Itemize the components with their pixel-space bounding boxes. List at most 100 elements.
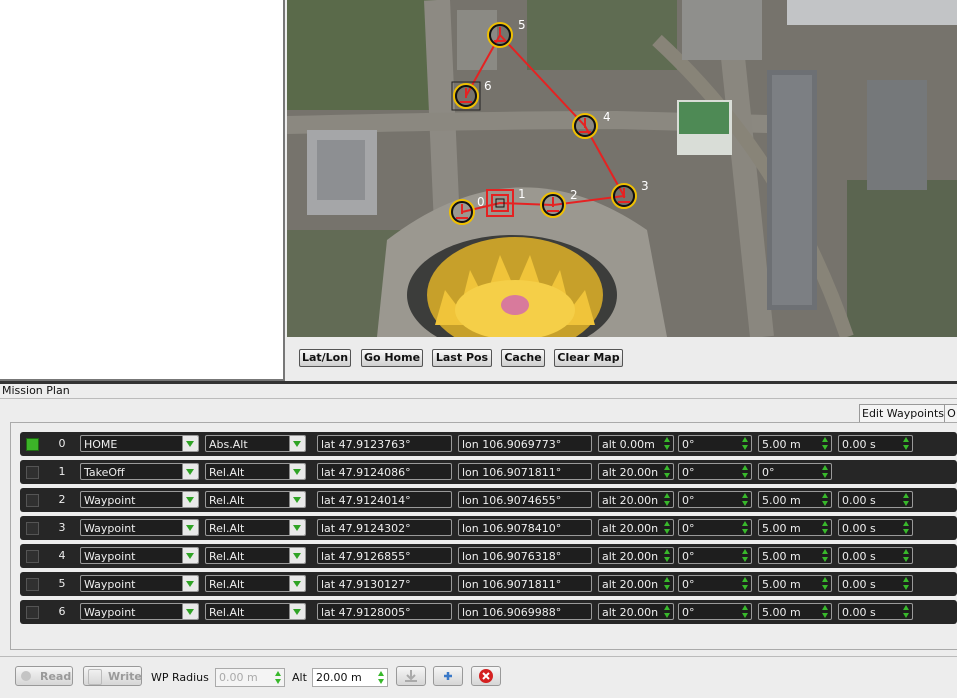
row-select-checkbox[interactable] — [26, 522, 39, 535]
spinner-icon[interactable] — [741, 605, 750, 618]
command-select[interactable]: Waypoint — [80, 491, 199, 508]
delete-button[interactable] — [471, 666, 501, 686]
row-select-checkbox[interactable] — [26, 606, 39, 619]
spinner-icon[interactable] — [741, 465, 750, 478]
frame-select[interactable]: Rel.Alt — [205, 491, 306, 508]
lon-field[interactable]: lon 106.9069988° — [458, 603, 592, 620]
spinner-icon[interactable] — [663, 465, 672, 478]
alt-input[interactable]: 20.00 m — [312, 668, 388, 687]
param1-field[interactable]: 0° — [678, 547, 752, 564]
spinner-icon[interactable] — [741, 577, 750, 590]
spinner-icon[interactable] — [821, 465, 830, 478]
param1-field[interactable]: 0° — [678, 603, 752, 620]
lat-field[interactable]: lat 47.9124086° — [317, 463, 452, 480]
spinner-icon[interactable] — [663, 521, 672, 534]
add-button[interactable] — [433, 666, 463, 686]
lon-field[interactable]: lon 106.9071811° — [458, 463, 592, 480]
go-home-button[interactable]: Go Home — [361, 349, 423, 367]
spinner-icon[interactable] — [741, 549, 750, 562]
lat-field[interactable]: lat 47.9128005° — [317, 603, 452, 620]
param3-field[interactable]: 0.00 s — [838, 491, 913, 508]
spinner-icon[interactable] — [663, 549, 672, 562]
lat-field[interactable]: lat 47.9123763° — [317, 435, 452, 452]
alt-field[interactable]: alt 20.00n — [598, 547, 674, 564]
param2-field[interactable]: 5.00 m — [758, 575, 832, 592]
param1-field[interactable]: 0° — [678, 463, 752, 480]
row-select-checkbox[interactable] — [26, 466, 39, 479]
download-button[interactable] — [396, 666, 426, 686]
alt-field[interactable]: alt 0.00m — [598, 435, 674, 452]
param1-field[interactable]: 0° — [678, 435, 752, 452]
lat-field[interactable]: lat 47.9124302° — [317, 519, 452, 536]
param3-field[interactable]: 0.00 s — [838, 435, 913, 452]
alt-field[interactable]: alt 20.00n — [598, 491, 674, 508]
lat-field[interactable]: lat 47.9124014° — [317, 491, 452, 508]
command-select[interactable]: Waypoint — [80, 603, 199, 620]
cache-button[interactable]: Cache — [501, 349, 545, 367]
frame-select[interactable]: Abs.Alt — [205, 435, 306, 452]
spinner-icon[interactable] — [821, 493, 830, 506]
param1-field[interactable]: 0° — [678, 491, 752, 508]
read-button[interactable]: Read — [15, 666, 73, 686]
spinner-icon[interactable] — [902, 437, 911, 450]
frame-select[interactable]: Rel.Alt — [205, 547, 306, 564]
param1-field[interactable]: 0° — [678, 519, 752, 536]
tab-other[interactable]: O — [944, 404, 957, 423]
spinner-icon[interactable] — [902, 521, 911, 534]
write-button[interactable]: Write — [83, 666, 142, 686]
spinner-icon[interactable] — [663, 605, 672, 618]
param3-field[interactable]: 0.00 s — [838, 519, 913, 536]
alt-field[interactable]: alt 20.00n — [598, 463, 674, 480]
satellite-map[interactable]: 0 1 2 3 4 5 6 — [287, 0, 957, 337]
tab-edit-waypoints[interactable]: Edit Waypoints — [859, 404, 948, 423]
alt-field[interactable]: alt 20.00n — [598, 575, 674, 592]
param2-field[interactable]: 5.00 m — [758, 491, 832, 508]
spinner-icon[interactable] — [902, 493, 911, 506]
spinner-icon[interactable] — [821, 437, 830, 450]
wp-radius-input[interactable]: 0.00 m — [215, 668, 285, 687]
command-select[interactable]: Waypoint — [80, 575, 199, 592]
command-select[interactable]: Waypoint — [80, 547, 199, 564]
frame-select[interactable]: Rel.Alt — [205, 519, 306, 536]
spinner-icon[interactable] — [377, 671, 386, 684]
spinner-icon[interactable] — [821, 605, 830, 618]
latlon-button[interactable]: Lat/Lon — [299, 349, 351, 367]
lon-field[interactable]: lon 106.9076318° — [458, 547, 592, 564]
spinner-icon[interactable] — [741, 493, 750, 506]
lon-field[interactable]: lon 106.9071811° — [458, 575, 592, 592]
param3-field[interactable]: 0.00 s — [838, 575, 913, 592]
spinner-icon[interactable] — [902, 605, 911, 618]
frame-select[interactable]: Rel.Alt — [205, 603, 306, 620]
param3-field[interactable]: 0.00 s — [838, 603, 913, 620]
spinner-icon[interactable] — [902, 549, 911, 562]
lon-field[interactable]: lon 106.9078410° — [458, 519, 592, 536]
lon-field[interactable]: lon 106.9069773° — [458, 435, 592, 452]
spinner-icon[interactable] — [821, 549, 830, 562]
command-select[interactable]: HOME — [80, 435, 199, 452]
lon-field[interactable]: lon 106.9074655° — [458, 491, 592, 508]
spinner-icon[interactable] — [663, 437, 672, 450]
spinner-icon[interactable] — [741, 437, 750, 450]
splitter[interactable] — [0, 381, 957, 384]
command-select[interactable]: TakeOff — [80, 463, 199, 480]
param2-field[interactable]: 5.00 m — [758, 547, 832, 564]
param2-field[interactable]: 0° — [758, 463, 832, 480]
param2-field[interactable]: 5.00 m — [758, 603, 832, 620]
param2-field[interactable]: 5.00 m — [758, 519, 832, 536]
param2-field[interactable]: 5.00 m — [758, 435, 832, 452]
alt-field[interactable]: alt 20.00n — [598, 603, 674, 620]
spinner-icon[interactable] — [274, 671, 283, 684]
command-select[interactable]: Waypoint — [80, 519, 199, 536]
frame-select[interactable]: Rel.Alt — [205, 575, 306, 592]
frame-select[interactable]: Rel.Alt — [205, 463, 306, 480]
row-select-checkbox[interactable] — [26, 438, 39, 451]
spinner-icon[interactable] — [902, 577, 911, 590]
param1-field[interactable]: 0° — [678, 575, 752, 592]
alt-field[interactable]: alt 20.00n — [598, 519, 674, 536]
spinner-icon[interactable] — [663, 577, 672, 590]
row-select-checkbox[interactable] — [26, 550, 39, 563]
lat-field[interactable]: lat 47.9126855° — [317, 547, 452, 564]
clear-map-button[interactable]: Clear Map — [554, 349, 623, 367]
row-select-checkbox[interactable] — [26, 578, 39, 591]
spinner-icon[interactable] — [741, 521, 750, 534]
